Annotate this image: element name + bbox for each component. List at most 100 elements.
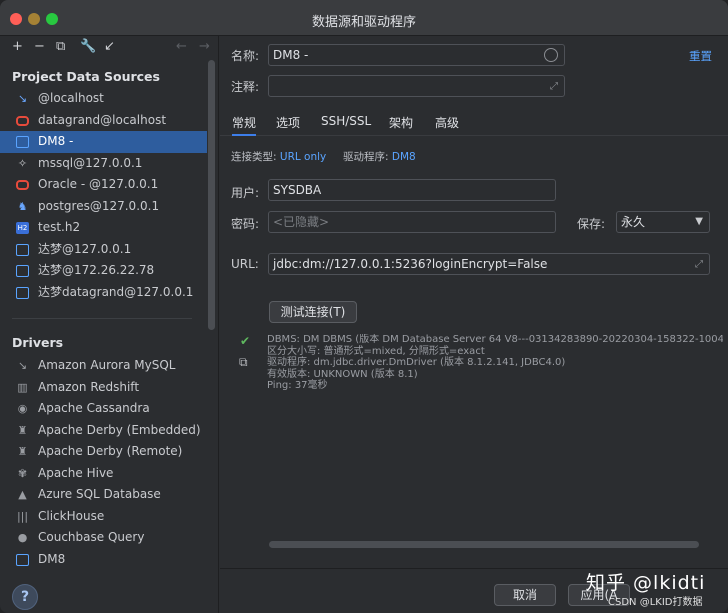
sidebar-divider bbox=[12, 318, 192, 319]
list-item[interactable]: ↘ Amazon Aurora MySQL bbox=[0, 355, 207, 377]
result-scrollbar[interactable] bbox=[269, 541, 699, 548]
driver-label: Apache Hive bbox=[38, 465, 114, 480]
list-item[interactable]: ▲ Azure SQL Database bbox=[0, 484, 207, 506]
redshift-icon: ▥ bbox=[17, 380, 28, 394]
list-item[interactable]: ||| ClickHouse bbox=[0, 506, 207, 528]
success-check-icon: ✔ bbox=[240, 334, 251, 348]
driver-label: Apache Derby (Remote) bbox=[38, 444, 183, 458]
reset-link[interactable]: 重置 bbox=[689, 48, 712, 64]
result-line: 有效版本: UNKNOWN (版本 8.1) bbox=[267, 368, 418, 380]
sidebar-toolbar: + − ⧉ 🔧 ↙ ← → bbox=[0, 36, 219, 58]
tab-bar: 常规 选项 SSH/SSL 架构 高级 bbox=[220, 110, 728, 136]
driver-label: 驱动程序: bbox=[342, 151, 389, 163]
derby-icon: ♜ bbox=[17, 423, 28, 437]
driver-label: Apache Cassandra bbox=[38, 401, 150, 415]
help-button[interactable]: ? bbox=[12, 584, 38, 610]
data-source-label: 达梦datagrand@127.0.0.1 bbox=[38, 284, 194, 299]
list-item[interactable]: ◉ Apache Cassandra bbox=[0, 398, 207, 420]
data-source-label: 达梦@127.0.0.1 bbox=[38, 241, 132, 256]
tab-options[interactable]: 选项 bbox=[276, 114, 300, 136]
data-source-list: ↘ @localhost datagrand@localhost DM8 - ✧ m… bbox=[0, 88, 207, 303]
wrench-icon[interactable]: 🔧 bbox=[80, 39, 96, 54]
list-item[interactable]: ✧ mssql@127.0.0.1 bbox=[0, 153, 207, 175]
list-item[interactable]: ♞ postgres@127.0.0.1 bbox=[0, 196, 207, 218]
url-label: URL: bbox=[231, 257, 259, 271]
list-item[interactable]: ✾ Apache Hive bbox=[0, 463, 207, 485]
chevron-down-icon: ▼ bbox=[695, 216, 703, 227]
back-arrow-icon[interactable]: ← bbox=[176, 39, 187, 54]
driver-label: Amazon Redshift bbox=[38, 379, 140, 394]
data-source-label: postgres@127.0.0.1 bbox=[38, 198, 160, 213]
result-line: 区分大小写: 普通形式=mixed, 分隔形式=exact bbox=[267, 345, 485, 357]
forward-arrow-icon[interactable]: → bbox=[199, 39, 210, 54]
url-value: jdbc:dm://127.0.0.1:5236?loginEncrypt=Fa… bbox=[273, 257, 548, 271]
list-item[interactable]: 达梦@172.26.22.78 bbox=[0, 260, 207, 282]
driver-list: ↘ Amazon Aurora MySQL ▥ Amazon Redshift ◉ A… bbox=[0, 355, 207, 570]
list-item[interactable]: 达梦@127.0.0.1 bbox=[0, 239, 207, 261]
drivers-heading: Drivers bbox=[12, 335, 64, 350]
sidebar-scrollbar[interactable] bbox=[208, 60, 215, 330]
save-select[interactable]: 永久 ▼ bbox=[616, 211, 710, 233]
list-item[interactable]: DM8 bbox=[0, 549, 207, 571]
driver-link[interactable]: DM8 bbox=[392, 151, 416, 163]
tab-schemas[interactable]: 架构 bbox=[389, 114, 413, 136]
password-label: 密码: bbox=[231, 217, 260, 231]
list-item[interactable]: DM8 - bbox=[0, 131, 207, 153]
data-source-label: Oracle - @127.0.0.1 bbox=[38, 177, 159, 191]
comment-field[interactable]: ⤢ bbox=[268, 75, 565, 97]
cancel-button[interactable]: 取消 bbox=[494, 584, 556, 606]
import-icon[interactable]: ↙ bbox=[104, 39, 115, 54]
list-item[interactable]: ♜ Apache Derby (Remote) bbox=[0, 441, 207, 463]
list-item[interactable]: H2 test.h2 bbox=[0, 217, 207, 239]
tab-general[interactable]: 常规 bbox=[232, 114, 257, 136]
list-item[interactable]: datagrand@localhost bbox=[0, 110, 207, 132]
save-value: 永久 bbox=[621, 215, 646, 229]
data-source-label: @localhost bbox=[38, 91, 104, 105]
data-source-label: 达梦@172.26.22.78 bbox=[38, 263, 155, 277]
copy-icon[interactable]: ⧉ bbox=[239, 355, 248, 370]
dm-icon bbox=[16, 553, 29, 566]
data-source-label: test.h2 bbox=[38, 220, 81, 234]
expand-icon[interactable]: ⤢ bbox=[550, 77, 558, 96]
remove-icon[interactable]: − bbox=[34, 39, 45, 54]
oracle-icon bbox=[16, 115, 29, 126]
color-circle-icon[interactable] bbox=[544, 48, 558, 62]
clickhouse-icon: ||| bbox=[16, 509, 29, 523]
window-title: 数据源和驱动程序 bbox=[311, 15, 416, 30]
couchbase-icon: ● bbox=[17, 531, 28, 544]
watermark: 知乎 @lkidti bbox=[586, 572, 706, 594]
list-item[interactable]: 达梦datagrand@127.0.0.1 bbox=[0, 282, 207, 304]
connection-type-label: 连接类型: bbox=[231, 151, 277, 163]
list-item[interactable]: ↘ @localhost bbox=[0, 88, 207, 110]
tab-advanced[interactable]: 高级 bbox=[435, 114, 459, 136]
list-item[interactable]: ♜ Apache Derby (Embedded) bbox=[0, 420, 207, 442]
user-value: SYSDBA bbox=[273, 183, 322, 197]
name-field[interactable]: DM8 - bbox=[268, 44, 565, 66]
connection-type-link[interactable]: URL only bbox=[280, 151, 326, 163]
expand-icon[interactable]: ⤢ bbox=[695, 255, 703, 274]
user-field[interactable]: SYSDBA bbox=[268, 179, 556, 201]
driver-label: Azure SQL Database bbox=[38, 487, 161, 501]
password-field[interactable]: <已隐藏> bbox=[268, 211, 556, 233]
list-item[interactable]: ▥ Amazon Redshift bbox=[0, 377, 207, 399]
tab-ssh-ssl[interactable]: SSH/SSL bbox=[321, 114, 371, 136]
h2-icon: H2 bbox=[16, 222, 29, 234]
postgres-icon: ♞ bbox=[17, 199, 28, 213]
result-line: Ping: 37毫秒 bbox=[267, 380, 328, 391]
derby-icon: ♜ bbox=[17, 445, 28, 458]
dialog-window: 数据源和驱动程序 + − ⧉ 🔧 ↙ ← → Project Data Sour… bbox=[0, 0, 728, 613]
duplicate-icon[interactable]: ⧉ bbox=[56, 39, 65, 54]
save-label: 保存: bbox=[577, 217, 606, 231]
hive-icon: ✾ bbox=[17, 466, 28, 480]
add-icon[interactable]: + bbox=[12, 39, 23, 54]
result-line: DBMS: DM DBMS (版本 DM Database Server 64 … bbox=[267, 334, 723, 345]
test-connection-button[interactable]: 测试连接(T) bbox=[269, 301, 357, 323]
main-panel: 名称: DM8 - 重置 注释: ⤢ 常规 选项 SSH/SSL 架构 高级 连… bbox=[220, 36, 728, 613]
url-field[interactable]: jdbc:dm://127.0.0.1:5236?loginEncrypt=Fa… bbox=[268, 253, 710, 275]
project-data-sources-heading: Project Data Sources bbox=[12, 69, 160, 84]
list-item[interactable]: Oracle - @127.0.0.1 bbox=[0, 174, 207, 196]
mssql-icon: ✧ bbox=[17, 156, 28, 170]
user-label: 用户: bbox=[231, 186, 260, 200]
driver-label: Apache Derby (Embedded) bbox=[38, 422, 201, 437]
list-item[interactable]: ● Couchbase Query bbox=[0, 527, 207, 549]
